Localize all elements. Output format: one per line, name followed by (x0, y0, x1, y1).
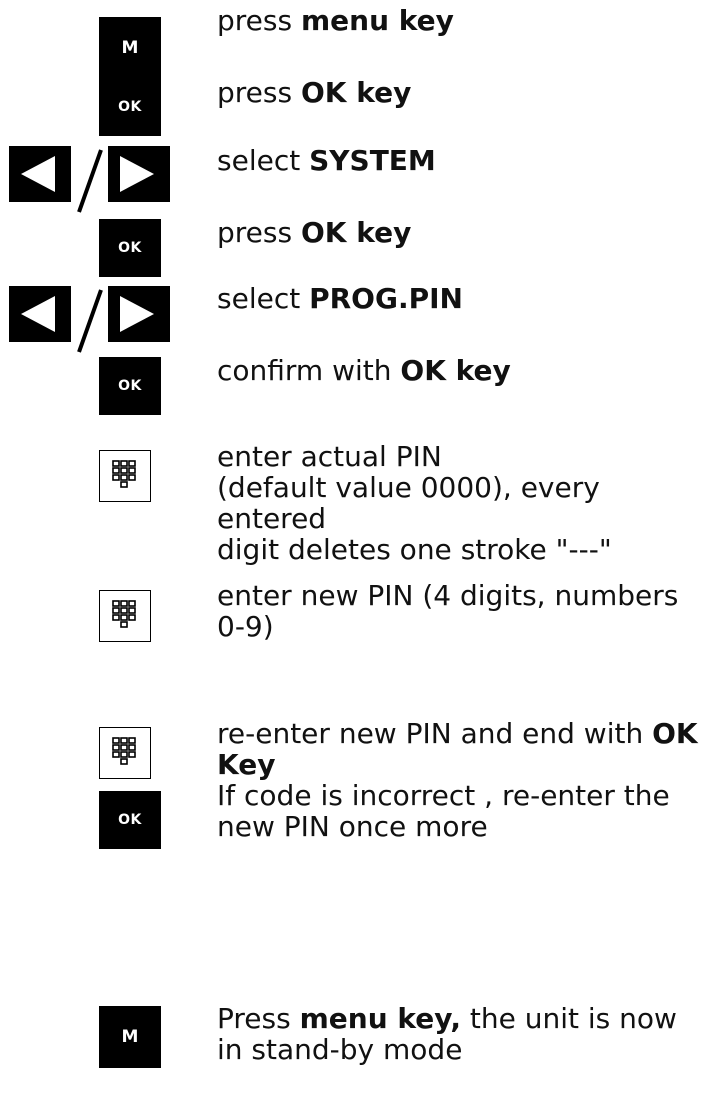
step-text: press (217, 4, 301, 37)
keypad-icon (99, 590, 151, 642)
slash-separator-icon (77, 149, 103, 213)
ok-key-label: OK (118, 812, 142, 828)
step-press-menu-key-standby: Press menu key, the unit is now in stand… (217, 1003, 712, 1065)
step-text: re-enter new PIN and end with (217, 717, 653, 750)
left-right-arrow-keys (9, 146, 170, 213)
step-text: enter new PIN (4 digits, numbers 0-9) (217, 579, 679, 643)
ok-key-icon: OK (99, 78, 161, 136)
ok-key-label: OK (118, 99, 142, 115)
step-confirm-ok-key: confirm with OK key (217, 355, 712, 386)
step-text: press (217, 216, 301, 249)
left-right-arrow-keys (9, 286, 170, 353)
step-text: confirm with (217, 354, 401, 387)
step-text: Press (217, 1002, 300, 1035)
step-re-enter-new-pin: re-enter new PIN and end with OK Key If … (217, 717, 712, 843)
step-key-name: menu key, (299, 1002, 461, 1035)
menu-key-icon: M (99, 17, 161, 79)
step-enter-new-pin: enter new PIN (4 digits, numbers 0-9) (217, 580, 712, 642)
right-arrow-key-icon (108, 286, 170, 342)
left-arrow-key-icon (9, 146, 71, 202)
step-press-ok-key: press OK key (217, 77, 712, 108)
ok-key-icon: OK (99, 791, 161, 849)
right-arrow-key-icon (108, 146, 170, 202)
ok-key-label: OK (118, 240, 142, 256)
step-key-name: OK key (300, 76, 412, 109)
step-press-ok-key: press OK key (217, 217, 712, 248)
step-select-system: select SYSTEM (217, 145, 712, 176)
step-enter-actual-pin: enter actual PIN (default value 0000), e… (217, 441, 712, 565)
slash-separator-icon (77, 289, 103, 353)
step-text: enter actual PIN (default value 0000), e… (217, 440, 612, 566)
left-arrow-key-icon (9, 286, 71, 342)
step-key-name: menu key (300, 4, 454, 37)
step-key-name: OK key (300, 216, 412, 249)
menu-key-icon: M (99, 1006, 161, 1068)
keypad-icon (99, 727, 151, 779)
ok-key-label: OK (118, 378, 142, 394)
step-text: press (217, 76, 301, 109)
step-press-menu-key: press menu key (217, 5, 712, 36)
step-text: select (217, 144, 310, 177)
step-menu-item: SYSTEM (309, 144, 436, 177)
ok-key-icon: OK (99, 219, 161, 277)
step-menu-item: PROG.PIN (309, 282, 463, 315)
step-select-prog-pin: select PROG.PIN (217, 283, 712, 314)
step-text: If code is incorrect , re-enter the new … (217, 779, 670, 843)
step-key-name: OK key (400, 354, 511, 387)
ok-key-icon: OK (99, 357, 161, 415)
menu-key-label: M (121, 38, 139, 58)
keypad-icon (99, 450, 151, 502)
step-text: select (217, 282, 310, 315)
menu-key-label: M (121, 1027, 139, 1047)
